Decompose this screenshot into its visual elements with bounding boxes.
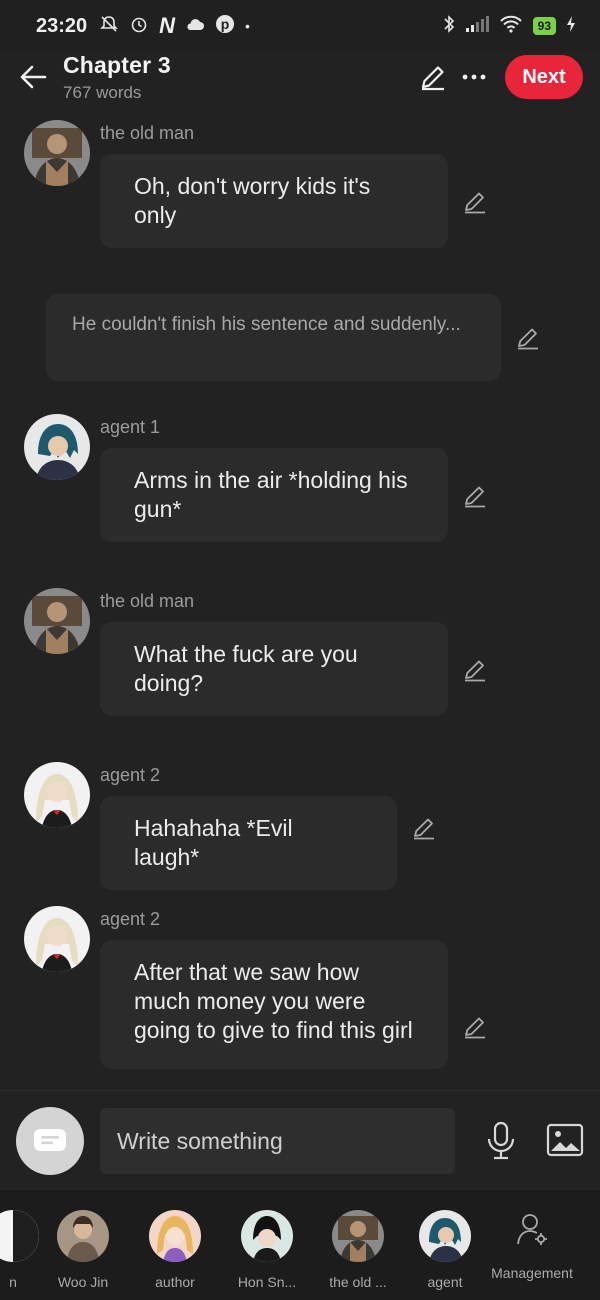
chat-bubble-icon [34, 1129, 66, 1151]
composer-bar [0, 1090, 600, 1190]
status-bar: 23:20 N p • 93 [0, 0, 600, 52]
character-bar[interactable]: n Woo Jin author Hon Sn... the old ... a… [0, 1190, 600, 1300]
character-item[interactable]: Woo Jin [38, 1210, 128, 1290]
svg-text:p: p [221, 16, 230, 32]
more-options-button[interactable] [460, 62, 488, 92]
edit-message-button[interactable] [462, 189, 488, 215]
character-item[interactable]: agent [400, 1210, 490, 1290]
avatar-old-man[interactable] [24, 588, 90, 654]
character-avatar [332, 1210, 384, 1262]
character-avatar [419, 1210, 471, 1262]
character-avatar [0, 1210, 39, 1262]
speaker-name: agent 2 [100, 909, 161, 929]
wifi-icon [499, 15, 523, 38]
speaker-name: agent 1 [100, 417, 161, 437]
bluetooth-icon [443, 14, 455, 39]
character-name: agent [427, 1274, 463, 1290]
image-upload-button[interactable] [546, 1123, 584, 1157]
message-type-button[interactable] [16, 1107, 84, 1175]
microphone-icon [487, 1121, 515, 1160]
title-block: Chapter 3 767 words [63, 52, 171, 103]
speaker-name: the old man [100, 591, 195, 611]
edit-message-button[interactable] [515, 325, 541, 351]
pencil-icon [465, 660, 485, 682]
user-settings-icon [517, 1214, 547, 1245]
character-name: Woo Jin [57, 1274, 109, 1290]
pencil-icon [414, 818, 434, 840]
character-item[interactable]: author [130, 1210, 220, 1290]
word-count: 767 words [63, 83, 142, 102]
avatar-agent-2[interactable] [24, 762, 90, 828]
message-bubble[interactable]: Oh, don't worry kids it's only [100, 154, 448, 248]
chapter-header: Chapter 3 767 words Next [0, 52, 600, 110]
battery-icon: 93 [532, 17, 556, 35]
message-bubble[interactable]: After that we saw how much money you wer… [100, 940, 448, 1069]
back-button[interactable] [18, 62, 48, 92]
message-bubble[interactable]: What the fuck are you doing? [100, 622, 448, 716]
pencil-icon [465, 486, 485, 508]
speaker-name: agent 2 [100, 765, 161, 785]
arrow-left-icon [20, 65, 47, 89]
dot-icon: • [245, 18, 250, 34]
narration-bubble[interactable]: He couldn't finish his sentence and sudd… [46, 294, 501, 381]
character-avatar [149, 1210, 201, 1262]
message-bubble[interactable]: Hahahaha *Evil laugh* [100, 796, 397, 890]
edit-message-button[interactable] [462, 1014, 488, 1040]
character-name: Hon Sn... [237, 1274, 297, 1290]
chat-feed[interactable]: the old man Oh, don't worry kids it's on… [0, 110, 600, 1090]
edit-message-button[interactable] [411, 815, 437, 841]
management-button[interactable]: Management [486, 1212, 578, 1281]
voice-input-button[interactable] [484, 1121, 518, 1161]
avatar-agent-2[interactable] [24, 906, 90, 972]
next-button[interactable]: Next [505, 55, 583, 99]
character-name: the old ... [329, 1274, 387, 1290]
message-bubble[interactable]: Arms in the air *holding his gun* [100, 448, 448, 542]
mute-bell-icon [99, 14, 119, 39]
character-avatar [57, 1210, 109, 1262]
character-name: author [155, 1274, 195, 1290]
system-icons: 93 [443, 14, 576, 39]
netflix-icon: N [159, 13, 176, 38]
more-dots-icon [462, 74, 486, 80]
edit-message-button[interactable] [462, 483, 488, 509]
edit-chapter-button[interactable] [418, 62, 448, 92]
signal-icon [465, 15, 489, 38]
pencil-icon [465, 1017, 485, 1039]
character-item[interactable]: the old ... [313, 1210, 403, 1290]
avatar-old-man[interactable] [24, 120, 90, 186]
speaker-name: the old man [100, 123, 195, 143]
notification-icons: N p • [99, 13, 250, 39]
pencil-icon [518, 328, 538, 350]
avatar-agent-1[interactable] [24, 414, 90, 480]
message-input[interactable] [100, 1108, 455, 1174]
pinterest-icon: p [215, 14, 235, 39]
cloud-icon [185, 16, 205, 37]
clock: 23:20 [36, 14, 88, 37]
character-avatar [241, 1210, 293, 1262]
character-item[interactable]: Hon Sn... [222, 1210, 312, 1290]
image-icon [546, 1123, 584, 1157]
management-label: Management [491, 1265, 573, 1281]
alarm-icon [129, 14, 149, 39]
charging-icon [566, 15, 576, 38]
pencil-icon [421, 66, 444, 91]
page-title: Chapter 3 [63, 52, 171, 78]
edit-message-button[interactable] [462, 657, 488, 683]
pencil-icon [465, 192, 485, 214]
